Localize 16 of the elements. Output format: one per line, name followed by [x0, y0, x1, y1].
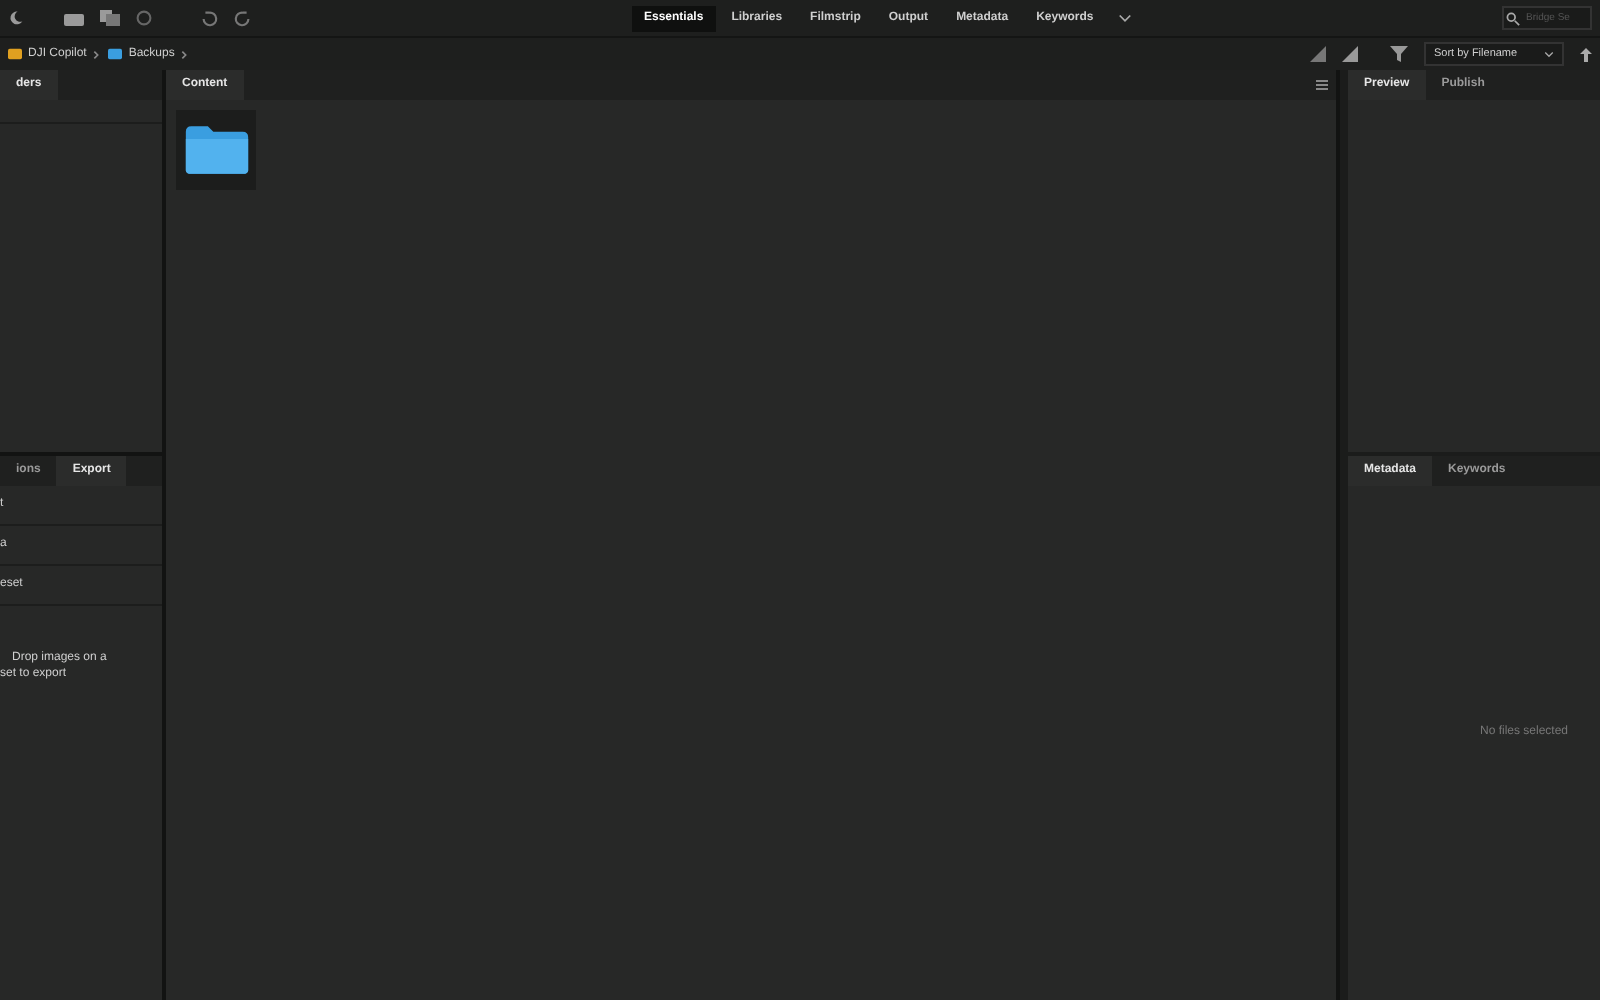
- folder-icon: [108, 48, 123, 60]
- menu-icon[interactable]: [1316, 80, 1328, 90]
- undo-icon[interactable]: [200, 9, 218, 27]
- chevron-right-icon: [180, 49, 189, 59]
- moon-icon[interactable]: [8, 10, 24, 26]
- redo-icon[interactable]: [234, 9, 252, 27]
- drive-icon: [8, 48, 22, 60]
- chevron-down-icon[interactable]: [1117, 11, 1132, 25]
- folder-icon: [183, 124, 249, 176]
- chevron-right-icon: [92, 49, 101, 59]
- search-icon: [1506, 11, 1520, 25]
- filter-icon[interactable]: [1390, 46, 1408, 62]
- sort-arrow-icon[interactable]: [1580, 47, 1592, 61]
- chevron-down-icon: [1544, 49, 1554, 59]
- thumbnail-tile[interactable]: [176, 110, 256, 190]
- copy-icon[interactable]: [100, 10, 120, 26]
